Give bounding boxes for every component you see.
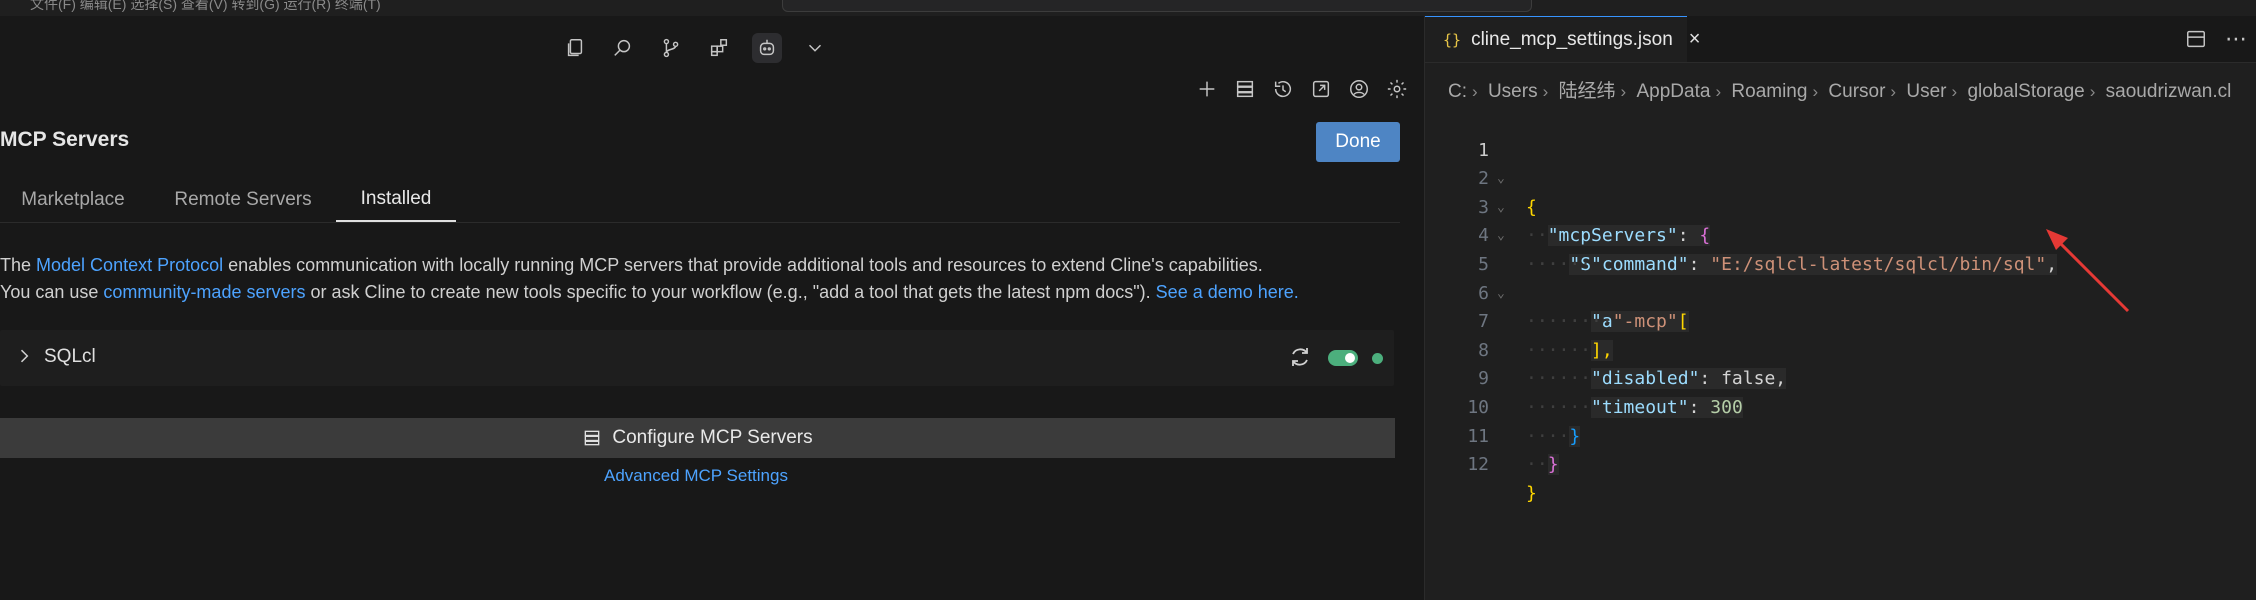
code-line: 3 ⌄ ····"SQLcl": { <box>1425 165 2256 275</box>
restart-server-icon[interactable] <box>1288 345 1312 369</box>
server-row-sqlcl[interactable]: SQLcl <box>0 330 1394 386</box>
copy-files-icon[interactable] <box>560 33 590 63</box>
chevron-down-icon[interactable] <box>800 33 830 63</box>
advanced-mcp-settings-link[interactable]: Advanced MCP Settings <box>0 466 1392 486</box>
breadcrumb-item[interactable]: saoudrizwan.cl <box>2106 81 2232 102</box>
page-title: MCP Servers <box>0 128 130 151</box>
mcp-tabs: Marketplace Remote Servers Installed <box>0 178 1400 222</box>
token: } <box>1547 454 1559 476</box>
tabs-divider <box>0 222 1400 223</box>
code-line: 4 ······"command": "E:/sqlcl-latest/sqlc… <box>1425 194 2256 275</box>
code-line: 8 ······"disabled": false, <box>1425 308 2256 390</box>
tab-installed[interactable]: Installed <box>336 178 456 222</box>
desc-text: or ask Cline to create new tools specifi… <box>305 282 1156 302</box>
gear-icon[interactable] <box>1382 74 1412 104</box>
community-servers-link[interactable]: community-made servers <box>103 282 305 302</box>
popout-icon[interactable] <box>1306 74 1336 104</box>
close-icon[interactable]: × <box>1689 28 1701 51</box>
breadcrumb-item[interactable]: Roaming <box>1731 81 1807 102</box>
code-line: 7 ······], <box>1425 280 2256 361</box>
code-line: 10 ····} <box>1425 365 2256 447</box>
breadcrumb: C: › Users › 陆经纬 › AppData › Roaming › Cursor… <box>1448 76 2231 103</box>
view-switcher <box>560 30 830 66</box>
code-line: 5 ⌄ ······"args": [ <box>1425 222 2256 333</box>
breadcrumb-item[interactable]: 陆经纬 <box>1559 81 1616 102</box>
breadcrumb-item[interactable]: globalStorage <box>1967 81 2084 102</box>
more-actions-icon[interactable]: ⋯ <box>2225 26 2247 52</box>
code-line: 9 ······"timeout": 300 <box>1425 337 2256 418</box>
code-line: 1 ⌄ { <box>1425 108 2256 218</box>
server-status-dot <box>1372 353 1383 364</box>
split-editor-icon[interactable] <box>2185 28 2207 50</box>
history-icon[interactable] <box>1268 74 1298 104</box>
chevron-right-icon: › <box>1715 82 1722 101</box>
desc-text: You can use <box>0 282 104 302</box>
chevron-right-icon: › <box>1812 82 1819 101</box>
breadcrumb-item[interactable]: Users <box>1488 81 1538 102</box>
configure-label: Configure MCP Servers <box>612 427 813 448</box>
code-line: 6 ········"-mcp" <box>1425 251 2256 333</box>
search-icon[interactable] <box>608 33 638 63</box>
title-bar: 文件(F) 编辑(E) 选择(S) 查看(V) 转到(G) 运行(R) 终端(T… <box>0 0 2256 16</box>
done-button[interactable]: Done <box>1316 122 1400 162</box>
chevron-right-icon: › <box>1890 82 1897 101</box>
plus-icon[interactable] <box>1192 74 1222 104</box>
breadcrumb-item[interactable]: User <box>1906 81 1946 102</box>
breadcrumb-item[interactable]: C: <box>1448 81 1467 102</box>
tab-remote-servers[interactable]: Remote Servers <box>160 178 326 222</box>
code-line: 12 } <box>1425 423 2256 504</box>
code-text: } <box>1526 480 1537 509</box>
menu-bar[interactable]: 文件(F) 编辑(E) 选择(S) 查看(V) 转到(G) 运行(R) 终端(T… <box>30 0 381 14</box>
server-enable-toggle[interactable] <box>1328 350 1358 366</box>
cline-bot-icon[interactable] <box>752 33 782 63</box>
desc-text: The <box>0 255 37 275</box>
line-number: 12 <box>1467 454 1489 476</box>
breadcrumb-item[interactable]: AppData <box>1637 81 1711 102</box>
server-stack-icon <box>585 430 600 446</box>
cline-toolbar <box>1192 74 1412 104</box>
editor-tab-bar: {} cline_mcp_settings.json × ⋯ <box>1425 16 2256 63</box>
chevron-right-icon: › <box>1951 82 1958 101</box>
tab-filename: cline_mcp_settings.json <box>1471 28 1673 50</box>
code-line: 11 ··} <box>1425 394 2256 476</box>
extensions-icon[interactable] <box>704 33 734 63</box>
token: } <box>1526 482 1537 504</box>
server-stack-icon[interactable] <box>1230 74 1260 104</box>
breadcrumb-item[interactable]: Cursor <box>1828 81 1885 102</box>
chevron-right-icon[interactable] <box>14 346 34 366</box>
code-line: 2 ⌄ ··"mcpServers": { <box>1425 137 2256 247</box>
chevron-right-icon: › <box>1542 82 1549 101</box>
configure-mcp-servers-button[interactable]: Configure MCP Servers <box>0 418 1395 458</box>
model-context-protocol-link[interactable]: Model Context Protocol <box>36 255 223 275</box>
command-center-search[interactable] <box>782 0 1532 12</box>
json-file-icon: {} <box>1443 30 1462 49</box>
source-control-icon[interactable] <box>656 33 686 63</box>
code-text: ··} <box>1526 454 1559 476</box>
tab-marketplace[interactable]: Marketplace <box>0 178 146 222</box>
chevron-right-icon: › <box>1472 82 1478 101</box>
chevron-right-icon: › <box>2089 82 2096 101</box>
editor-tab[interactable]: {} cline_mcp_settings.json × <box>1425 16 1700 62</box>
chevron-right-icon: › <box>1620 82 1627 101</box>
mcp-description: The Model Context Protocol enables commu… <box>0 252 1410 306</box>
server-name: SQLcl <box>44 346 96 367</box>
account-icon[interactable] <box>1344 74 1374 104</box>
see-demo-link[interactable]: See a demo here. <box>1156 282 1299 302</box>
desc-text: enables communication with locally runni… <box>223 255 1263 275</box>
